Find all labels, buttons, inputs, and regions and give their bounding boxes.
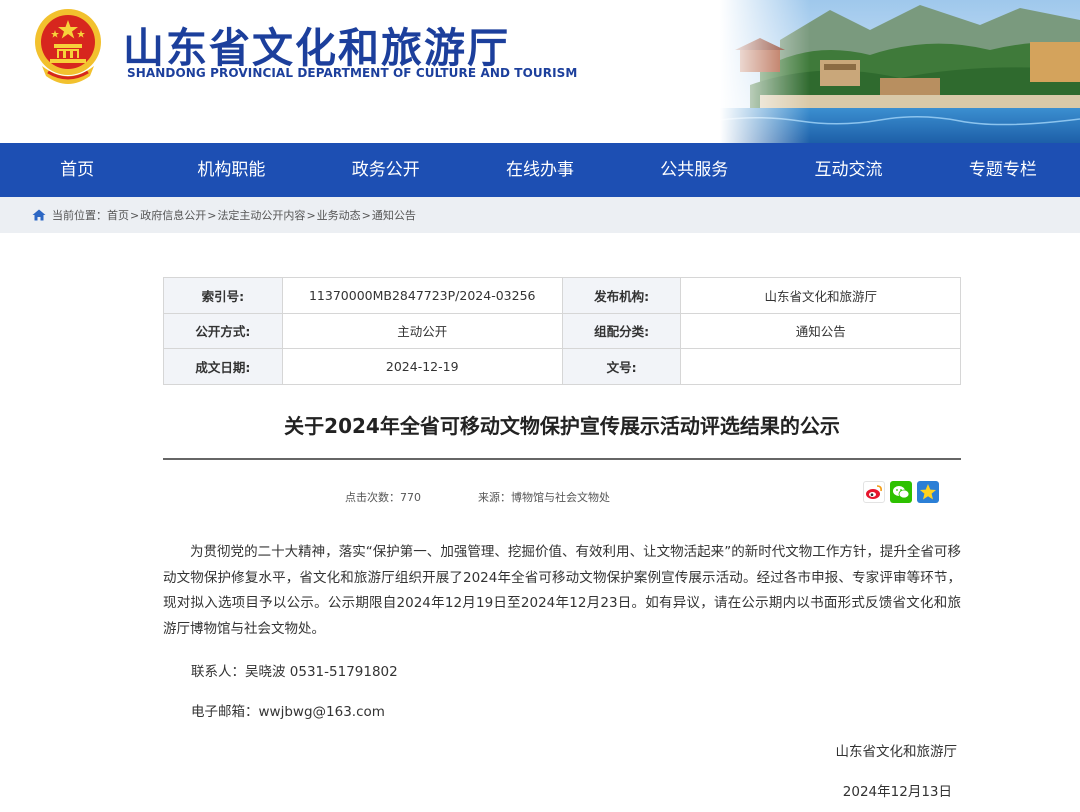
breadcrumb-business-news[interactable]: 业务动态 [317, 207, 361, 223]
banner-illustration [720, 0, 1080, 143]
source-value: 博物馆与社会文物处 [511, 491, 610, 504]
nav-item-public-service[interactable]: 公共服务 [617, 143, 771, 197]
title-divider [163, 458, 961, 460]
breadcrumb-separator: > [306, 208, 316, 222]
issue-date-value: 2024-12-19 [281, 348, 563, 385]
category-label: 组配分类: [561, 312, 682, 349]
breadcrumb-bar: 当前位置： 首页 > 政府信息公开 > 法定主动公开内容 > 业务动态 > 通知… [0, 197, 1080, 233]
breadcrumb-home[interactable]: 首页 [107, 207, 129, 223]
nav-item-gov-affairs[interactable]: 政务公开 [309, 143, 463, 197]
views-count: 770 [400, 491, 421, 504]
signature-org: 山东省文化和旅游厅 [835, 744, 958, 760]
breadcrumb-separator: > [207, 208, 217, 222]
breadcrumb-gov-info[interactable]: 政府信息公开 [140, 207, 206, 223]
breadcrumb: 当前位置： 首页 > 政府信息公开 > 法定主动公开内容 > 业务动态 > 通知… [32, 197, 416, 233]
disclosure-mode-value: 主动公开 [281, 312, 563, 349]
article-title: 关于2024年全省可移动文物保护宣传展示活动评选结果的公示 [284, 414, 840, 438]
nav-item-special-topics[interactable]: 专题专栏 [926, 143, 1080, 197]
breadcrumb-statutory[interactable]: 法定主动公开内容 [217, 207, 305, 223]
breadcrumb-separator: > [130, 208, 140, 222]
nav-item-home[interactable]: 首页 [0, 143, 154, 197]
publisher-label: 发布机构: [561, 277, 682, 314]
source-label: 来源： [478, 491, 511, 504]
site-title: 山东省文化和旅游厅 [123, 24, 510, 72]
table-row: 索引号: 11370000MB2847723P/2024-03256 发布机构:… [163, 277, 961, 314]
contact-person: 联系人：吴晓波 0531-51791802 [191, 664, 398, 680]
breadcrumb-notices[interactable]: 通知公告 [372, 207, 416, 223]
issue-date-label: 成文日期: [163, 348, 283, 385]
qzone-icon[interactable] [917, 481, 939, 503]
doc-number-value [680, 348, 961, 385]
wechat-icon[interactable] [890, 481, 912, 503]
breadcrumb-prefix: 当前位置： [52, 209, 107, 222]
article-info: 点击次数：770 来源：博物馆与社会文物处 [345, 489, 610, 505]
article-body: 为贯彻党的二十大精神，落实“保护第一、加强管理、挖掘价值、有效利用、让文物活起来… [163, 540, 961, 642]
weibo-icon[interactable] [863, 481, 885, 503]
share-buttons [863, 481, 939, 503]
doc-number-label: 文号: [561, 348, 682, 385]
index-number-label: 索引号: [163, 277, 283, 314]
home-icon [32, 209, 46, 221]
table-row: 成文日期: 2024-12-19 文号: [163, 348, 961, 385]
national-emblem-icon [35, 9, 101, 84]
disclosure-mode-label: 公开方式: [163, 312, 283, 349]
views-label: 点击次数： [345, 491, 400, 504]
publisher-value: 山东省文化和旅游厅 [680, 277, 961, 314]
site-header: 山东省文化和旅游厅 SHANDONG PROVINCIAL DEPARTMENT… [0, 0, 1080, 143]
nav-item-online-service[interactable]: 在线办事 [463, 143, 617, 197]
site-subtitle: SHANDONG PROVINCIAL DEPARTMENT OF CULTUR… [127, 66, 578, 80]
breadcrumb-separator: > [361, 208, 371, 222]
signature-date: 2024年12月13日 [842, 784, 952, 800]
table-row: 公开方式: 主动公开 组配分类: 通知公告 [163, 312, 961, 349]
category-value: 通知公告 [680, 312, 961, 349]
nav-item-interaction[interactable]: 互动交流 [771, 143, 925, 197]
contact-email: 电子邮箱：wwjbwg@163.com [191, 704, 385, 720]
article-paragraph: 为贯彻党的二十大精神，落实“保护第一、加强管理、挖掘价值、有效利用、让文物活起来… [163, 544, 961, 637]
index-number-value: 11370000MB2847723P/2024-03256 [281, 277, 563, 314]
document-meta-table: 索引号: 11370000MB2847723P/2024-03256 发布机构:… [163, 277, 961, 385]
main-nav: 首页 机构职能 政务公开 在线办事 公共服务 互动交流 专题专栏 [0, 143, 1080, 197]
nav-item-functions[interactable]: 机构职能 [154, 143, 308, 197]
